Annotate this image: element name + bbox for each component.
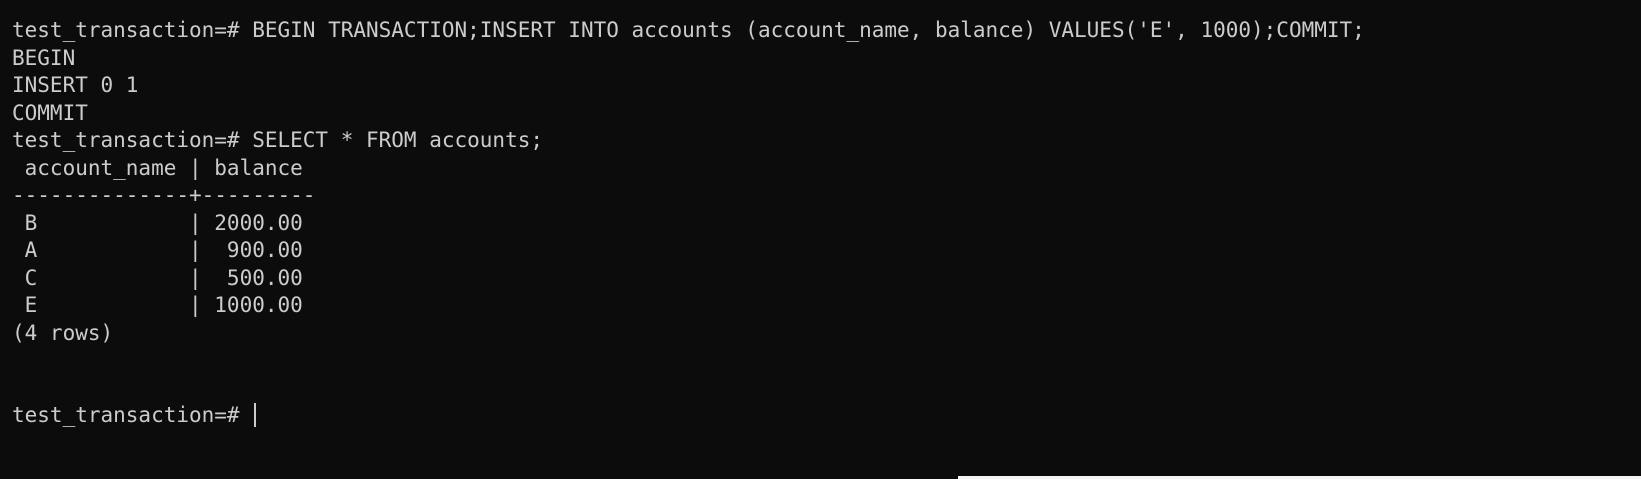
- command-line-select: test_transaction=# SELECT * FROM account…: [12, 128, 544, 152]
- table-row: E | 1000.00: [12, 293, 303, 317]
- output-begin: BEGIN: [12, 45, 76, 70]
- row-count: (4 rows): [12, 320, 114, 345]
- command-line-transaction: test_transaction=# BEGIN TRANSACTION;INS…: [12, 18, 1365, 42]
- text-cursor: [254, 403, 257, 427]
- result-table-separator: --------------+---------: [12, 183, 316, 207]
- result-table-header: account_name | balance: [12, 155, 303, 180]
- table-row: B | 2000.00: [12, 210, 303, 235]
- output-commit: COMMIT: [12, 100, 88, 125]
- prompt-line[interactable]: test_transaction=#: [12, 402, 1641, 430]
- prompt-text: test_transaction=#: [12, 403, 253, 427]
- table-row: A | 900.00: [12, 238, 303, 262]
- table-row: C | 500.00: [12, 265, 303, 290]
- output-insert: INSERT 0 1: [12, 73, 139, 97]
- terminal-window[interactable]: test_transaction=# BEGIN TRANSACTION;INS…: [0, 0, 1641, 479]
